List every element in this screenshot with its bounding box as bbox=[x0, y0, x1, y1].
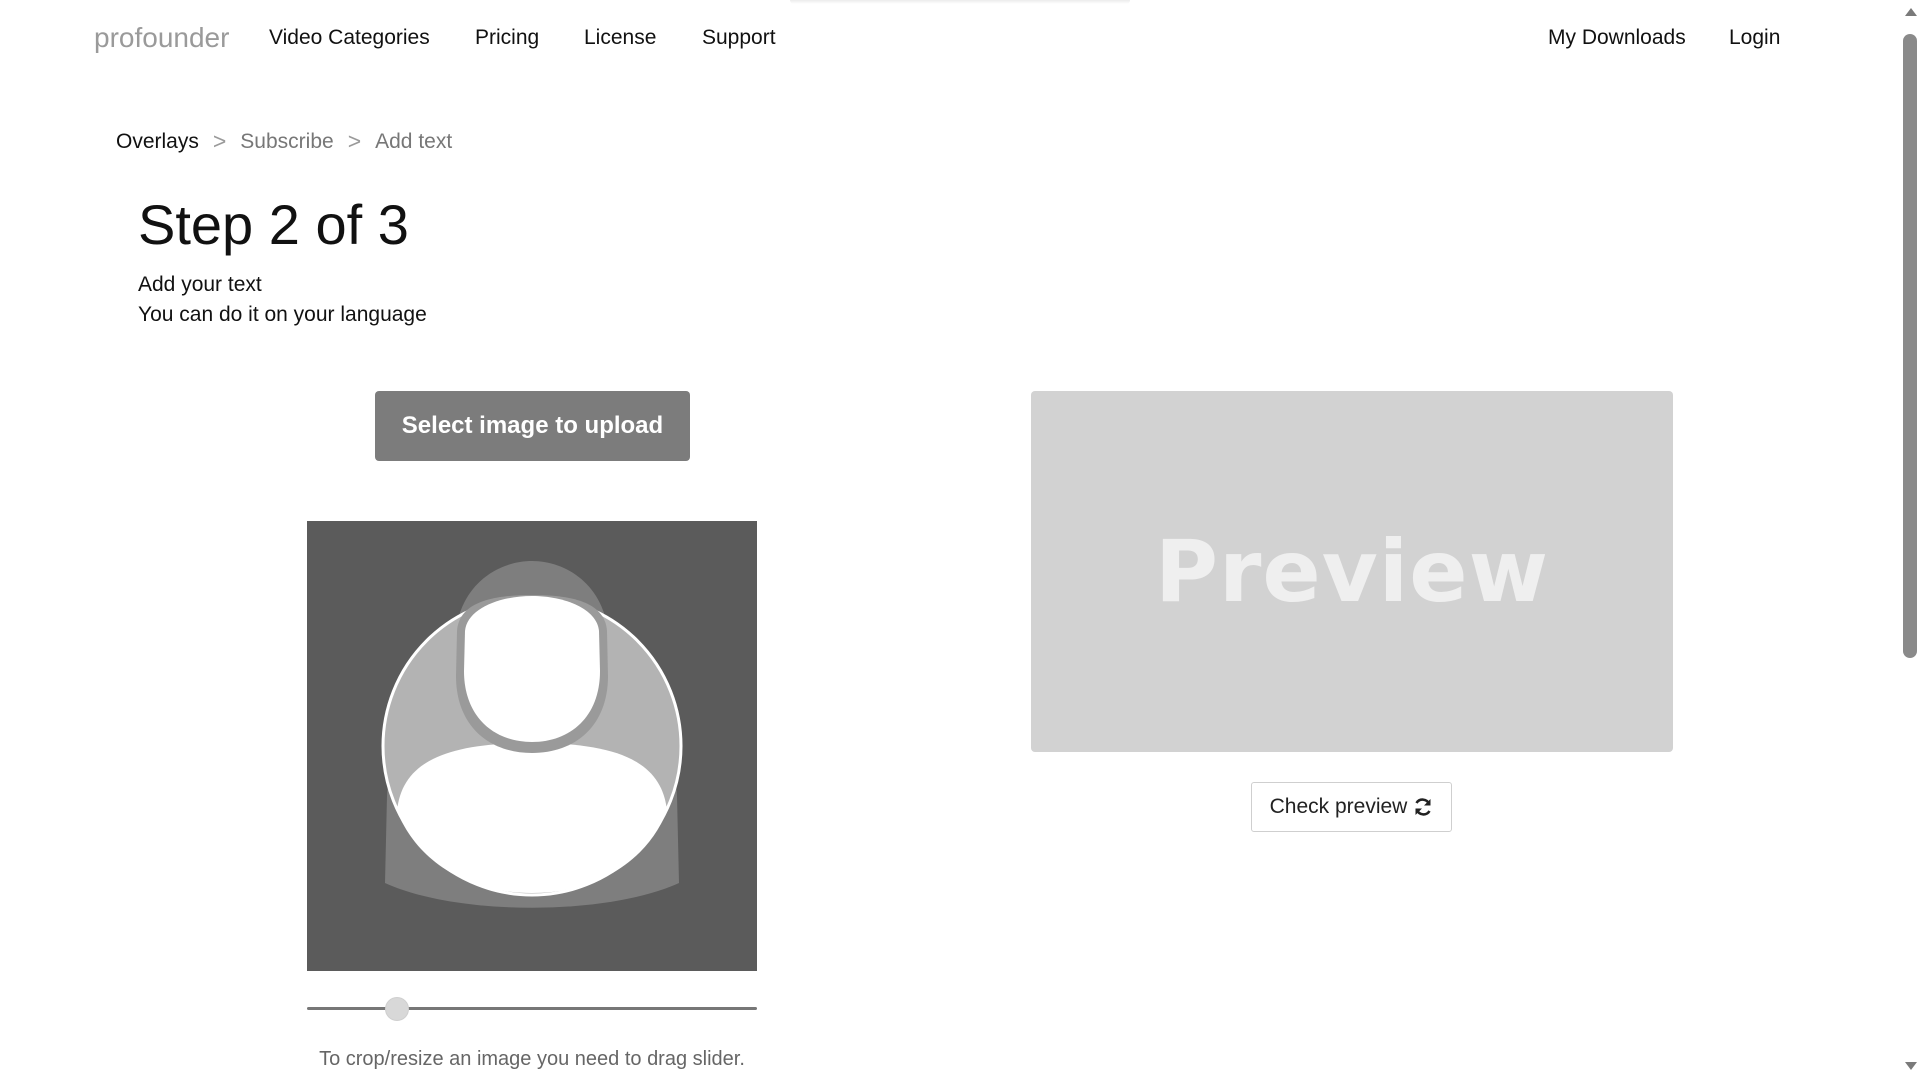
top-shadow-decoration bbox=[790, 0, 1130, 4]
vertical-scrollbar[interactable] bbox=[1900, 0, 1920, 1080]
preview-box: Preview bbox=[1031, 391, 1673, 752]
brand-logo[interactable]: profounder bbox=[94, 22, 229, 54]
image-crop-area[interactable] bbox=[307, 521, 757, 971]
refresh-icon bbox=[1415, 798, 1431, 816]
top-navigation: profounder Video Categories Pricing Lice… bbox=[0, 0, 1900, 76]
breadcrumb-separator: > bbox=[347, 128, 362, 154]
scroll-down-arrow-icon[interactable] bbox=[1905, 1062, 1917, 1070]
scrollbar-thumb[interactable] bbox=[1903, 34, 1917, 658]
crop-resize-slider[interactable] bbox=[307, 997, 757, 1021]
nav-link-pricing[interactable]: Pricing bbox=[475, 26, 539, 50]
breadcrumb: Overlays > Subscribe > Add text bbox=[116, 128, 452, 155]
step-title: Step 2 of 3 bbox=[138, 193, 409, 256]
nav-link-license[interactable]: License bbox=[584, 26, 656, 50]
step-instruction: Add your text bbox=[138, 273, 262, 296]
slider-hint: To crop/resize an image you need to drag… bbox=[319, 1048, 745, 1070]
user-silhouette-icon bbox=[381, 561, 683, 908]
check-preview-button[interactable]: Check preview bbox=[1251, 782, 1452, 832]
breadcrumb-item-overlays[interactable]: Overlays bbox=[116, 130, 199, 154]
nav-link-video-categories[interactable]: Video Categories bbox=[269, 26, 430, 50]
preview-placeholder-label: Preview bbox=[1154, 521, 1550, 622]
slider-handle[interactable] bbox=[385, 997, 409, 1021]
nav-link-my-downloads[interactable]: My Downloads bbox=[1548, 26, 1686, 50]
page: profounder Video Categories Pricing Lice… bbox=[0, 0, 1920, 1080]
breadcrumb-item-add-text: Add text bbox=[375, 129, 453, 153]
breadcrumb-separator: > bbox=[212, 128, 227, 154]
select-image-upload-button[interactable]: Select image to upload bbox=[375, 391, 690, 461]
nav-link-login[interactable]: Login bbox=[1729, 26, 1780, 50]
check-preview-label: Check preview bbox=[1269, 795, 1408, 818]
step-description: You can do it on your language bbox=[138, 303, 427, 326]
slider-track bbox=[307, 1007, 757, 1010]
nav-link-support[interactable]: Support bbox=[702, 26, 776, 50]
scroll-up-arrow-icon[interactable] bbox=[1905, 8, 1917, 16]
breadcrumb-item-subscribe: Subscribe bbox=[240, 129, 334, 153]
